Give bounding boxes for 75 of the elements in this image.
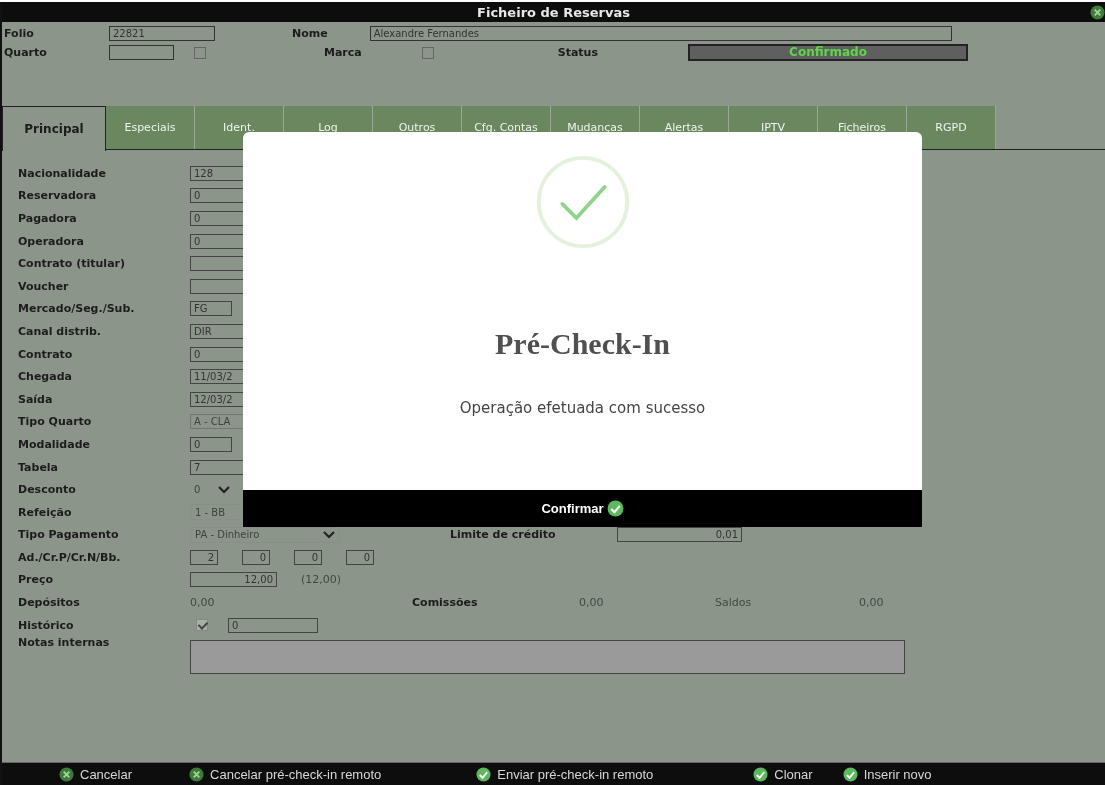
input-field[interactable]: 0 <box>294 549 322 565</box>
check-icon <box>606 500 624 517</box>
input-field[interactable]: 2 <box>190 549 218 565</box>
checkbox[interactable] <box>196 619 208 632</box>
confirm-button[interactable]: Confirmar <box>243 490 922 527</box>
success-check-icon <box>535 155 630 249</box>
field-label: Canal distrib. <box>18 324 103 338</box>
field-label: Status <box>556 46 598 59</box>
field-label: Operadora <box>18 234 85 248</box>
field-label: Marca <box>323 46 362 59</box>
field-label: Contrato (titular) <box>18 257 126 271</box>
field-label: Comissões <box>412 596 479 610</box>
tab[interactable]: RGPD <box>907 106 996 149</box>
input-field[interactable]: 0 <box>346 549 374 565</box>
field-label: Folio <box>3 27 35 40</box>
footer-button[interactable]: Clonar <box>753 766 813 782</box>
dialog-title: Pré-Check-In <box>495 327 670 361</box>
footer-button[interactable]: Cancelar <box>59 766 133 782</box>
tab[interactable]: Especiais <box>106 106 195 149</box>
close-icon <box>1090 5 1105 20</box>
value-text: (12,00) <box>301 573 343 587</box>
value-text: 0,00 <box>579 596 605 610</box>
field-label: Limite de crédito <box>450 528 557 542</box>
field-label: Tipo Pagamento <box>18 528 120 542</box>
input-field[interactable]: FG <box>190 301 232 317</box>
field-label: Saldos <box>715 596 753 610</box>
dropdown[interactable]: 0 <box>190 481 234 498</box>
input-field[interactable]: 0 <box>190 436 232 452</box>
field-label: Voucher <box>18 279 70 293</box>
field-label: Refeição <box>18 505 73 519</box>
input-field[interactable]: 12,00 <box>190 572 277 588</box>
field-label: Histórico <box>18 618 75 632</box>
status-field: Confirmado <box>688 44 968 61</box>
input-field[interactable]: 0 <box>228 617 318 633</box>
cancel-icon <box>189 766 205 782</box>
check-icon <box>842 766 858 782</box>
check-icon <box>476 766 492 782</box>
dialog-message: Operação efetuada com sucesso <box>459 399 706 417</box>
input-field[interactable]: 0 <box>242 549 270 565</box>
field-label: Mercado/Seg./Sub. <box>18 302 136 316</box>
window-title: Ficheiro de Reservas <box>477 4 630 20</box>
check-icon <box>753 766 769 782</box>
field-label: Modalidade <box>18 437 91 451</box>
field-label: Quarto <box>3 46 48 59</box>
chevron-down-icon <box>218 485 230 494</box>
field-label: Pagadora <box>18 212 78 225</box>
value-text: 0,00 <box>859 596 885 610</box>
field-label: Contrato <box>18 347 74 361</box>
field-label: Reservadora <box>18 189 98 203</box>
checkbox[interactable] <box>421 46 434 59</box>
input-field[interactable]: 0,01 <box>617 527 742 543</box>
field-label: Desconto <box>18 483 77 497</box>
field-label: Depósitos <box>18 596 81 610</box>
input-field[interactable] <box>109 45 174 60</box>
tab[interactable]: Principal <box>2 106 106 151</box>
footer-button[interactable]: Inserir novo <box>842 766 932 782</box>
field-label: Ad./Cr.P/Cr.N/Bb. <box>18 550 122 564</box>
text-area[interactable] <box>190 640 905 675</box>
footer-button[interactable]: Cancelar pré-check-in remoto <box>189 766 382 782</box>
field-label: Chegada <box>18 370 73 384</box>
dropdown[interactable]: PA - Dinheiro <box>190 526 340 543</box>
field-label: Notas internas <box>18 636 111 650</box>
input-field[interactable]: 22821 <box>109 26 215 41</box>
field-label: Saída <box>18 392 54 406</box>
footer-button[interactable]: Enviar pré-check-in remoto <box>476 766 654 782</box>
field-label: Nome <box>291 27 328 40</box>
field-label: Tipo Quarto <box>18 415 93 429</box>
checkbox[interactable] <box>194 46 206 59</box>
cancel-icon <box>59 766 74 782</box>
field-label: Nacionalidade <box>18 166 107 180</box>
input-field[interactable]: Alexandre Fernandes <box>369 26 952 41</box>
chevron-down-icon <box>323 530 335 539</box>
field-label: Preço <box>18 573 55 587</box>
field-label: Tabela <box>18 460 60 474</box>
value-text: 0,00 <box>190 596 216 610</box>
